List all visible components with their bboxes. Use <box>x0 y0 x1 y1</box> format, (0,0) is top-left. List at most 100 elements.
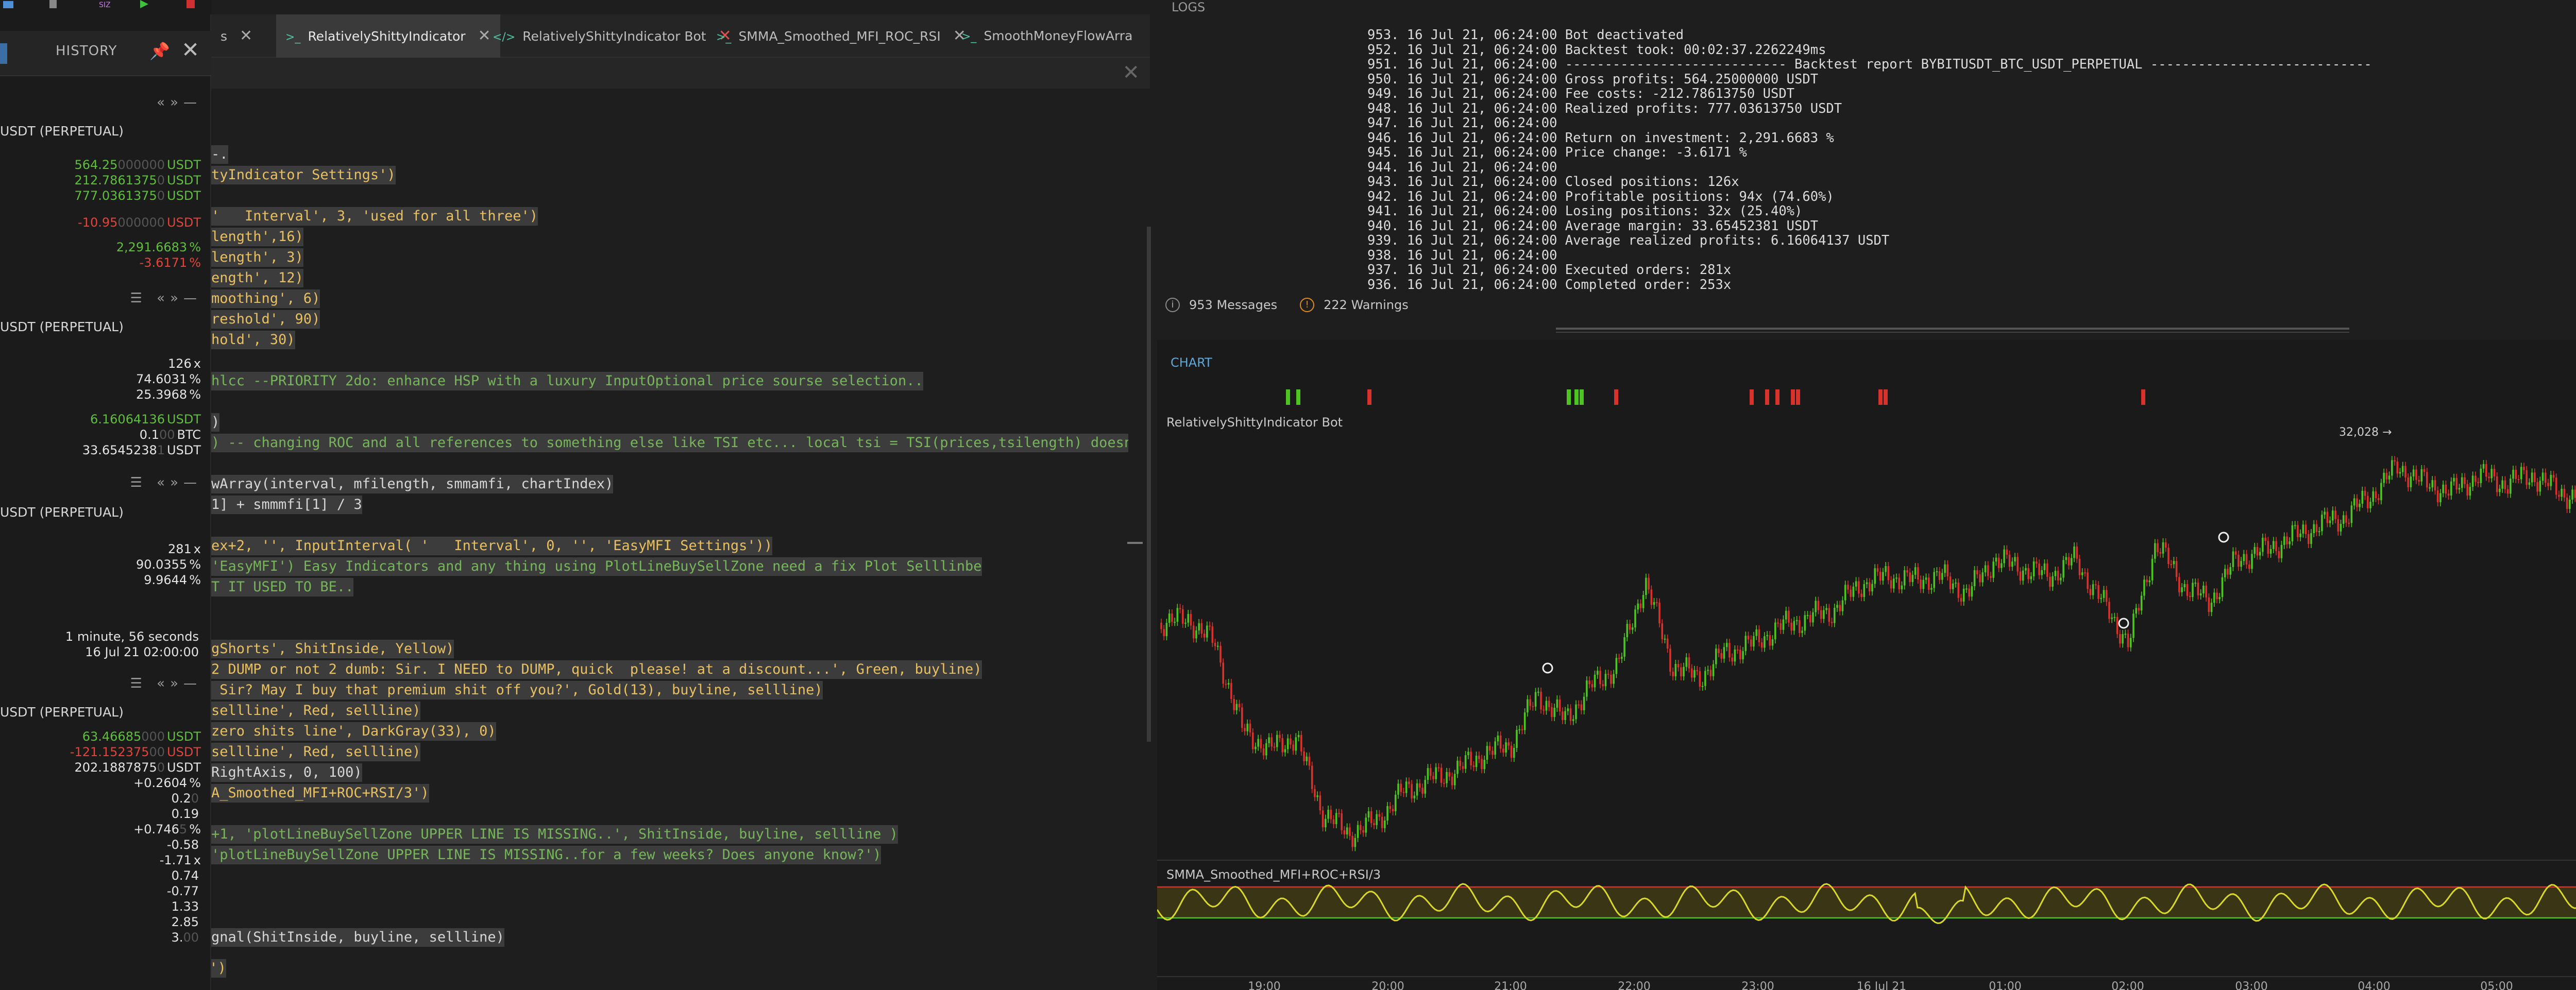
code-line[interactable]: RightAxis, 0, 100) <box>211 763 362 782</box>
section-controls[interactable]: «»— <box>157 95 202 110</box>
candle <box>1653 602 1655 605</box>
candle <box>2264 537 2266 541</box>
code-line[interactable]: 'EasyMFI') Easy Indicators and any thing… <box>211 557 982 576</box>
candle <box>1453 774 1456 786</box>
pin-icon[interactable]: 📌 <box>149 41 170 61</box>
code-line[interactable]: A_Smoothed_MFI+ROC+RSI/3') <box>211 784 429 803</box>
candle <box>1338 813 1340 814</box>
editor-splitter-handle[interactable] <box>1127 542 1143 544</box>
trade-marker <box>1775 389 1780 405</box>
candle <box>2234 551 2237 555</box>
stat-value: 63.46685000 USDT <box>82 729 201 744</box>
time-tick: 01:00 <box>1989 980 2021 990</box>
candle <box>2550 475 2552 486</box>
code-line[interactable]: sellline', Red, sellline) <box>211 702 421 720</box>
candle <box>2315 524 2318 532</box>
candle <box>1742 651 1744 660</box>
candle <box>1502 748 1504 753</box>
stat-value: 74.6031% <box>135 372 201 386</box>
candle <box>1284 749 1286 753</box>
code-line[interactable]: moothing', 6) <box>211 289 320 308</box>
warnings-count[interactable]: 222 Warnings <box>1324 298 1409 312</box>
code-line[interactable]: nal(signal, 'awww sjeeet!') <box>211 959 226 978</box>
candle <box>1443 782 1445 784</box>
panel-splitter[interactable] <box>1556 328 2349 330</box>
code-line[interactable]: wArray(interval, mfilength, smmamfi, cha… <box>211 475 614 493</box>
candle <box>2194 583 2197 584</box>
candle <box>2286 536 2288 544</box>
candle <box>2453 477 2455 482</box>
code-line[interactable]: hold', 30) <box>211 331 295 349</box>
stat-value: 0.74 <box>171 868 199 883</box>
code-line[interactable]: -. <box>211 145 228 164</box>
candle <box>1257 739 1259 747</box>
candle <box>1685 657 1688 667</box>
candle <box>1341 813 1343 830</box>
section-controls[interactable]: ☰ «»— <box>130 291 202 306</box>
chart-series-label: RelativelyShittyIndicator Bot <box>1166 415 1343 430</box>
code-line[interactable]: ex+2, '', InputInterval( ' Interval', 0,… <box>211 537 773 555</box>
code-line[interactable]: +1, 'plotLineBuySellZone UPPER LINE IS M… <box>211 825 898 844</box>
candle <box>1680 667 1682 677</box>
candle <box>2571 489 2573 500</box>
candle <box>2178 577 2180 592</box>
candle <box>1683 667 1685 677</box>
candle <box>2273 541 2275 549</box>
code-line[interactable]: sellline', Red, sellline) <box>211 743 421 761</box>
candle <box>2337 519 2340 532</box>
editor-scrollbar[interactable] <box>1147 227 1151 742</box>
code-line[interactable]: reshold', 90) <box>211 310 320 329</box>
log-line: 944. 16 Jul 21, 06:24:00 <box>1367 159 1557 175</box>
candle <box>1855 581 1857 587</box>
candle <box>2477 482 2479 483</box>
code-line[interactable]: tyIndicator Settings') <box>211 166 396 184</box>
candle <box>2240 561 2242 567</box>
candle <box>1279 735 1281 738</box>
candle <box>2127 634 2129 647</box>
toolbar-icons[interactable]: SIZ <box>0 0 211 14</box>
candle <box>2097 585 2099 599</box>
candle <box>2464 477 2466 484</box>
code-line[interactable]: zero shits line', DarkGray(33), 0) <box>211 722 496 741</box>
candle <box>1658 602 1660 624</box>
candle <box>1540 691 1542 710</box>
code-line[interactable]: ) -- changing ROC and all references to … <box>211 434 1128 452</box>
code-area[interactable]: -. tyIndicator Settings') ' Interval', 3, … <box>211 0 1128 990</box>
code-line[interactable]: 2 DUMP or not 2 dumb: Sir. I NEED to DUM… <box>211 660 982 679</box>
code-line[interactable]: ) <box>211 413 220 432</box>
candle <box>1820 610 1822 619</box>
candle <box>2014 557 2016 562</box>
trade-marker <box>1791 389 1795 405</box>
tab-history[interactable]: HISTORY <box>56 43 117 59</box>
candle <box>1211 626 1214 643</box>
code-line[interactable]: Sir? May I buy that premium shit off you… <box>211 681 823 699</box>
code-line[interactable]: T IT USED TO BE.. <box>211 578 354 596</box>
section-controls[interactable]: ☰ «»— <box>130 676 202 691</box>
code-line[interactable]: 1] + smmmfi[1] / 3 <box>211 496 362 514</box>
active-tab-indicator <box>0 43 7 64</box>
section-title: USDT (PERPETUAL) <box>0 124 124 139</box>
candle <box>2536 482 2538 492</box>
code-line[interactable]: length',16) <box>211 228 303 246</box>
code-line[interactable]: length', 3) <box>211 248 303 267</box>
candle <box>2105 590 2108 602</box>
code-line[interactable]: gnal(ShitInside, buyline, sellline) <box>211 928 504 947</box>
candle <box>1429 768 1432 776</box>
candle <box>1349 827 1351 836</box>
code-line[interactable]: ength', 12) <box>211 269 303 287</box>
close-icon[interactable]: ✕ <box>181 37 199 62</box>
candle <box>1330 810 1332 820</box>
candle <box>1276 735 1278 747</box>
section-controls[interactable]: ☰ «»— <box>130 475 202 490</box>
chart-panel[interactable]: CHART RelativelyShittyIndicator Bot 32,02… <box>1157 340 2576 990</box>
code-line[interactable]: ' Interval', 3, 'used for all three') <box>211 207 538 226</box>
candle <box>2304 524 2307 534</box>
code-line[interactable]: 'plotLineBuySellZone UPPER LINE IS MISSI… <box>211 846 882 864</box>
chart-canvas[interactable]: RelativelyShittyIndicator Bot 32,028 → SMM… <box>1157 340 2576 990</box>
candle <box>1214 643 1216 646</box>
messages-count[interactable]: 953 Messages <box>1189 298 1277 312</box>
code-line[interactable]: gShorts', ShitInside, Yellow) <box>211 640 454 658</box>
code-line[interactable]: hlcc --PRIORITY 2do: enhance HSP with a … <box>211 372 923 390</box>
candle <box>1367 811 1370 818</box>
candle <box>2245 554 2248 565</box>
